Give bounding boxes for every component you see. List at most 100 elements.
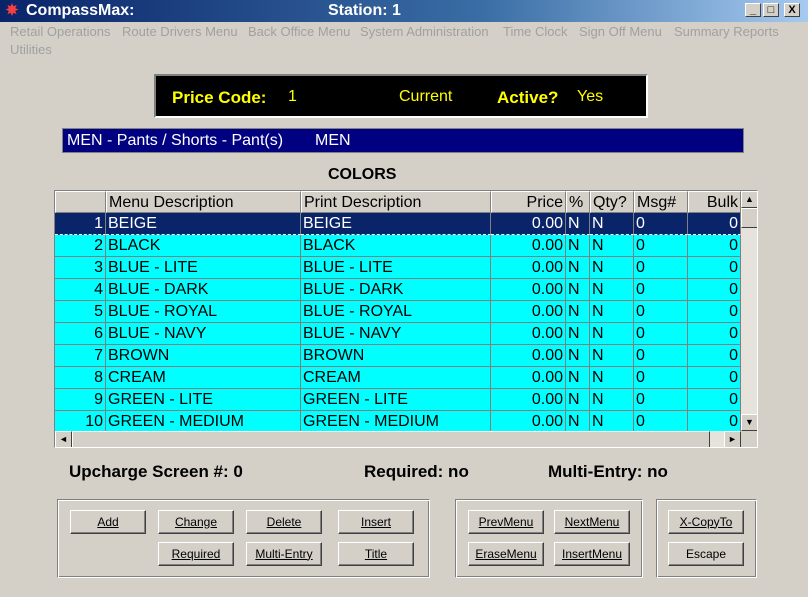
- qty-cell[interactable]: N: [590, 257, 634, 279]
- menu-utilities[interactable]: Utilities: [10, 42, 52, 57]
- insert-menu-button[interactable]: InsertMenu: [554, 542, 630, 566]
- price-cell[interactable]: 0.00: [491, 345, 566, 367]
- menu-route-drivers[interactable]: Route Drivers Menu: [122, 24, 238, 39]
- row-number[interactable]: 7: [55, 345, 106, 367]
- msg-cell[interactable]: 0: [634, 367, 688, 389]
- menu-description-cell[interactable]: BLUE - DARK: [106, 279, 301, 301]
- qty-cell[interactable]: N: [590, 213, 634, 235]
- msg-cell[interactable]: 0: [634, 235, 688, 257]
- menu-retail-operations[interactable]: Retail Operations: [10, 24, 110, 39]
- percent-cell[interactable]: N: [566, 367, 590, 389]
- msg-cell[interactable]: 0: [634, 345, 688, 367]
- percent-cell[interactable]: N: [566, 345, 590, 367]
- msg-cell[interactable]: 0: [634, 279, 688, 301]
- percent-cell[interactable]: N: [566, 411, 590, 433]
- msg-cell[interactable]: 0: [634, 257, 688, 279]
- table-row[interactable]: 9 GREEN - LITE GREEN - LITE 0.00 N N 0 0: [55, 389, 741, 411]
- close-button[interactable]: X: [784, 3, 800, 17]
- vertical-scroll-thumb[interactable]: [741, 208, 757, 228]
- print-description-cell[interactable]: GREEN - LITE: [301, 389, 491, 411]
- table-row[interactable]: 1 BEIGE BEIGE 0.00 N N 0 0: [55, 213, 741, 235]
- menu-description-cell[interactable]: BLUE - ROYAL: [106, 301, 301, 323]
- row-number[interactable]: 1: [55, 213, 106, 235]
- bulk-cell[interactable]: 0: [688, 323, 741, 345]
- table-row[interactable]: 6 BLUE - NAVY BLUE - NAVY 0.00 N N 0 0: [55, 323, 741, 345]
- percent-cell[interactable]: N: [566, 323, 590, 345]
- print-description-cell[interactable]: BLUE - DARK: [301, 279, 491, 301]
- print-description-cell[interactable]: BLUE - LITE: [301, 257, 491, 279]
- price-cell[interactable]: 0.00: [491, 411, 566, 433]
- qty-cell[interactable]: N: [590, 323, 634, 345]
- header-bulk[interactable]: Bulk: [688, 191, 741, 213]
- title-button[interactable]: Title: [338, 542, 414, 566]
- msg-cell[interactable]: 0: [634, 411, 688, 433]
- print-description-cell[interactable]: CREAM: [301, 367, 491, 389]
- price-cell[interactable]: 0.00: [491, 323, 566, 345]
- header-menu-description[interactable]: Menu Description: [106, 191, 301, 213]
- multi-entry-button[interactable]: Multi-Entry: [246, 542, 322, 566]
- header-print-description[interactable]: Print Description: [301, 191, 491, 213]
- table-row[interactable]: 10 GREEN - MEDIUM GREEN - MEDIUM 0.00 N N 0 0: [55, 411, 741, 433]
- bulk-cell[interactable]: 0: [688, 411, 741, 433]
- price-cell[interactable]: 0.00: [491, 213, 566, 235]
- table-row[interactable]: 7 BROWN BROWN 0.00 N N 0 0: [55, 345, 741, 367]
- header-qty[interactable]: Qty?: [590, 191, 634, 213]
- menu-description-cell[interactable]: BLUE - NAVY: [106, 323, 301, 345]
- price-cell[interactable]: 0.00: [491, 257, 566, 279]
- qty-cell[interactable]: N: [590, 301, 634, 323]
- bulk-cell[interactable]: 0: [688, 213, 741, 235]
- menu-description-cell[interactable]: BROWN: [106, 345, 301, 367]
- add-button[interactable]: Add: [70, 510, 146, 534]
- bulk-cell[interactable]: 0: [688, 235, 741, 257]
- scroll-left-arrow-icon[interactable]: ◄: [55, 431, 72, 447]
- msg-cell[interactable]: 0: [634, 323, 688, 345]
- delete-button[interactable]: Delete: [246, 510, 322, 534]
- row-number[interactable]: 10: [55, 411, 106, 433]
- qty-cell[interactable]: N: [590, 279, 634, 301]
- scroll-right-arrow-icon[interactable]: ►: [724, 431, 741, 447]
- horizontal-scroll-thumb[interactable]: [72, 431, 710, 447]
- menu-description-cell[interactable]: GREEN - LITE: [106, 389, 301, 411]
- row-number[interactable]: 4: [55, 279, 106, 301]
- print-description-cell[interactable]: BEIGE: [301, 213, 491, 235]
- menu-summary-reports[interactable]: Summary Reports: [674, 24, 779, 39]
- menu-time-clock[interactable]: Time Clock: [503, 24, 568, 39]
- vertical-scrollbar[interactable]: ▲ ▼: [741, 191, 757, 431]
- insert-button[interactable]: Insert: [338, 510, 414, 534]
- erase-menu-button[interactable]: EraseMenu: [468, 542, 544, 566]
- print-description-cell[interactable]: BLUE - NAVY: [301, 323, 491, 345]
- menu-description-cell[interactable]: BLUE - LITE: [106, 257, 301, 279]
- row-number[interactable]: 8: [55, 367, 106, 389]
- price-cell[interactable]: 0.00: [491, 367, 566, 389]
- price-cell[interactable]: 0.00: [491, 235, 566, 257]
- scroll-down-arrow-icon[interactable]: ▼: [741, 414, 757, 431]
- percent-cell[interactable]: N: [566, 301, 590, 323]
- prev-menu-button[interactable]: PrevMenu: [468, 510, 544, 534]
- qty-cell[interactable]: N: [590, 389, 634, 411]
- row-number[interactable]: 3: [55, 257, 106, 279]
- table-row[interactable]: 4 BLUE - DARK BLUE - DARK 0.00 N N 0 0: [55, 279, 741, 301]
- menu-description-cell[interactable]: BEIGE: [106, 213, 301, 235]
- price-cell[interactable]: 0.00: [491, 279, 566, 301]
- header-msg[interactable]: Msg#: [634, 191, 688, 213]
- bulk-cell[interactable]: 0: [688, 279, 741, 301]
- menu-description-cell[interactable]: CREAM: [106, 367, 301, 389]
- header-price[interactable]: Price: [491, 191, 566, 213]
- row-number[interactable]: 9: [55, 389, 106, 411]
- row-number[interactable]: 6: [55, 323, 106, 345]
- bulk-cell[interactable]: 0: [688, 389, 741, 411]
- msg-cell[interactable]: 0: [634, 389, 688, 411]
- header-percent[interactable]: %: [566, 191, 590, 213]
- print-description-cell[interactable]: BLACK: [301, 235, 491, 257]
- scroll-up-arrow-icon[interactable]: ▲: [741, 191, 757, 208]
- bulk-cell[interactable]: 0: [688, 301, 741, 323]
- table-row[interactable]: 5 BLUE - ROYAL BLUE - ROYAL 0.00 N N 0 0: [55, 301, 741, 323]
- print-description-cell[interactable]: GREEN - MEDIUM: [301, 411, 491, 433]
- percent-cell[interactable]: N: [566, 213, 590, 235]
- menu-system-administration[interactable]: System Administration: [360, 24, 489, 39]
- qty-cell[interactable]: N: [590, 411, 634, 433]
- menu-description-cell[interactable]: GREEN - MEDIUM: [106, 411, 301, 433]
- change-button[interactable]: Change: [158, 510, 234, 534]
- next-menu-button[interactable]: NextMenu: [554, 510, 630, 534]
- bulk-cell[interactable]: 0: [688, 257, 741, 279]
